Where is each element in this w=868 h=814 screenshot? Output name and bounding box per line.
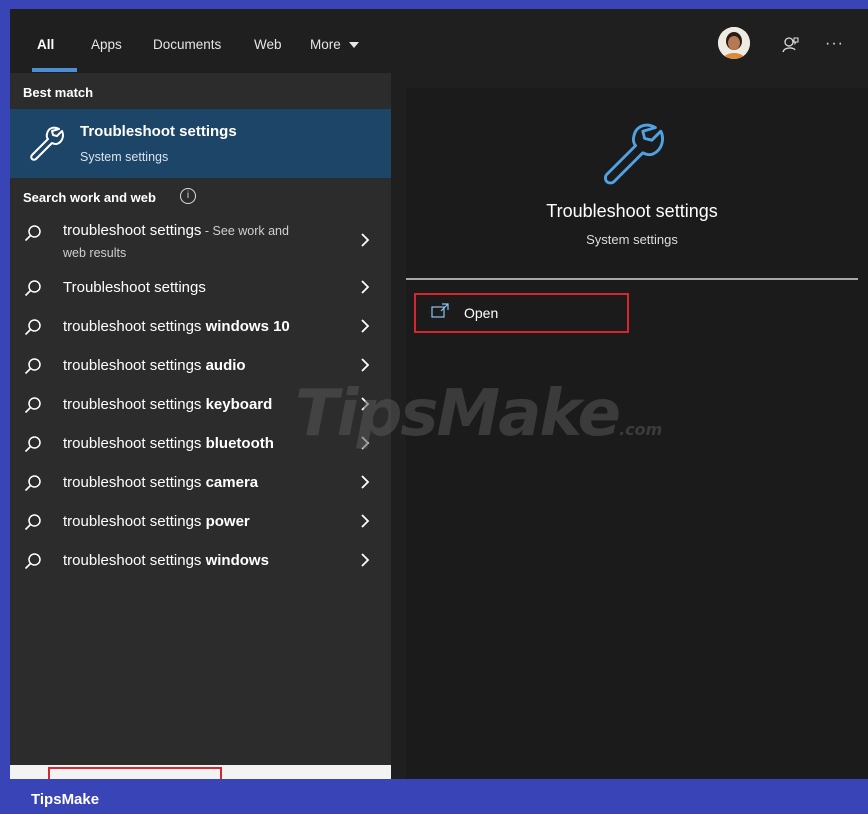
watermark: TipsMake.com <box>295 377 662 451</box>
search-icon <box>24 397 41 414</box>
result-prefix: troubleshoot settings <box>63 552 206 569</box>
tab-all[interactable]: All <box>37 37 54 52</box>
result-bold: windows <box>205 552 269 569</box>
search-result-item[interactable]: troubleshoot settings windows 10 <box>10 309 391 345</box>
wrench-icon <box>30 126 64 161</box>
result-prefix: troubleshoot settings <box>63 357 206 374</box>
search-icon <box>24 358 41 375</box>
search-icon <box>24 436 41 453</box>
detail-subtitle: System settings <box>586 232 678 247</box>
search-result-text: troubleshoot settings windows 10 <box>63 318 290 335</box>
result-prefix: troubleshoot settings <box>63 396 206 413</box>
watermark-text: TipsMake <box>295 377 621 451</box>
tab-more[interactable]: More <box>310 37 359 52</box>
result-bold: bluetooth <box>205 435 274 452</box>
info-icon[interactable]: i <box>180 188 196 204</box>
search-work-web-heading: Search work and web <box>23 190 156 205</box>
search-icon <box>24 280 41 297</box>
chevron-right-icon[interactable] <box>359 513 371 529</box>
search-icon <box>24 225 41 242</box>
chevron-right-icon[interactable] <box>359 279 371 295</box>
search-result-text: troubleshoot settings windows <box>63 552 269 569</box>
search-icon <box>24 553 41 570</box>
avatar[interactable] <box>718 27 750 59</box>
tab-web[interactable]: Web <box>254 37 282 52</box>
result-bold: audio <box>205 357 246 374</box>
result-subtext: web results <box>63 246 127 260</box>
watermark-suffix: .com <box>619 420 663 439</box>
chevron-right-icon[interactable] <box>359 232 371 248</box>
search-result-item[interactable]: Troubleshoot settings <box>10 270 391 306</box>
result-prefix: troubleshoot settings <box>63 222 202 239</box>
search-box-highlight[interactable] <box>48 767 222 779</box>
tab-apps[interactable]: Apps <box>91 37 122 52</box>
tab-documents[interactable]: Documents <box>153 37 221 52</box>
result-prefix: troubleshoot settings <box>63 513 206 530</box>
active-tab-indicator <box>32 68 77 72</box>
result-prefix: Troubleshoot settings <box>63 279 206 296</box>
result-prefix: troubleshoot settings <box>63 435 206 452</box>
search-window: All Apps Documents Web More ··· Best mat… <box>10 9 868 779</box>
search-result-text: Troubleshoot settings <box>63 279 206 296</box>
footer-brand: TipsMake <box>31 791 100 808</box>
search-icon <box>24 319 41 336</box>
result-bold: camera <box>205 474 259 491</box>
feedback-icon[interactable] <box>781 36 799 54</box>
result-prefix: troubleshoot settings <box>63 318 206 335</box>
more-options-icon[interactable]: ··· <box>825 35 844 53</box>
divider <box>406 278 858 280</box>
caret-down-icon <box>348 42 359 49</box>
search-result-text: troubleshoot settings bluetooth <box>63 435 274 452</box>
result-bold: windows 10 <box>205 318 290 335</box>
chevron-right-icon[interactable] <box>359 474 371 490</box>
taskbar-strip <box>406 765 868 779</box>
chevron-right-icon[interactable] <box>359 552 371 568</box>
search-result-text: troubleshoot settings keyboard <box>63 396 272 413</box>
chevron-right-icon[interactable] <box>359 357 371 373</box>
result-bold: power <box>205 513 250 530</box>
open-label: Open <box>464 305 499 321</box>
best-match-subtitle: System settings <box>80 150 169 164</box>
search-nav-bar: All Apps Documents Web More ··· <box>10 9 868 73</box>
chevron-right-icon[interactable] <box>359 318 371 334</box>
tab-more-label: More <box>310 37 341 52</box>
open-external-icon <box>431 303 449 318</box>
best-match-title: Troubleshoot settings <box>80 123 237 140</box>
search-result-item[interactable]: troubleshoot settings power <box>10 504 391 540</box>
search-result-text: troubleshoot settings camera <box>63 474 258 491</box>
search-result-text: troubleshoot settings audio <box>63 357 246 374</box>
open-button[interactable]: Open <box>414 293 629 333</box>
search-icon <box>24 514 41 531</box>
result-prefix: troubleshoot settings <box>63 474 206 491</box>
search-result-item[interactable]: troubleshoot settings camera <box>10 465 391 501</box>
best-match-heading: Best match <box>23 85 94 100</box>
search-icon <box>24 475 41 492</box>
search-result-item[interactable]: troubleshoot settings - See work and web … <box>10 218 391 268</box>
result-suffix: - See work and <box>201 224 289 238</box>
wrench-icon <box>604 123 664 185</box>
result-bold: keyboard <box>205 396 273 413</box>
search-result-item[interactable]: troubleshoot settings windows <box>10 543 391 579</box>
best-match-item[interactable]: Troubleshoot settings System settings <box>10 109 391 178</box>
search-result-text: troubleshoot settings power <box>63 513 250 530</box>
search-result-text: troubleshoot settings - See work and <box>63 222 289 239</box>
detail-title: Troubleshoot settings <box>546 201 718 221</box>
